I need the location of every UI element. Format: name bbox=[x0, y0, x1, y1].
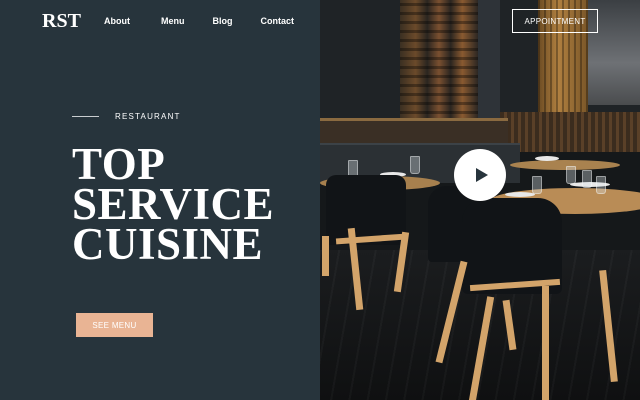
wine-rack bbox=[400, 0, 478, 132]
see-menu-button[interactable]: SEE MENU bbox=[76, 313, 153, 337]
nav-item-blog[interactable]: Blog bbox=[213, 16, 233, 26]
main-nav: About Menu Blog Contact bbox=[104, 16, 322, 26]
headline-line: CUISINE bbox=[72, 219, 264, 269]
headline-line: SERVICE bbox=[72, 179, 274, 229]
appointment-button[interactable]: APPOINTMENT bbox=[512, 9, 598, 33]
dining-table bbox=[510, 160, 620, 170]
eyebrow-label: RESTAURANT bbox=[115, 112, 181, 121]
headline-line: TOP bbox=[72, 139, 166, 189]
hero-headline: TOP SERVICE CUISINE bbox=[72, 139, 274, 269]
nav-item-about[interactable]: About bbox=[104, 16, 130, 26]
eyebrow-divider bbox=[72, 116, 99, 117]
nav-item-menu[interactable]: Menu bbox=[161, 16, 185, 26]
play-icon bbox=[476, 168, 488, 182]
play-video-button[interactable] bbox=[454, 149, 506, 201]
nav-item-contact[interactable]: Contact bbox=[261, 16, 295, 26]
brand-logo[interactable]: RST bbox=[42, 10, 81, 33]
hero-left-panel: RST About Menu Blog Contact RESTAURANT T… bbox=[0, 0, 320, 400]
